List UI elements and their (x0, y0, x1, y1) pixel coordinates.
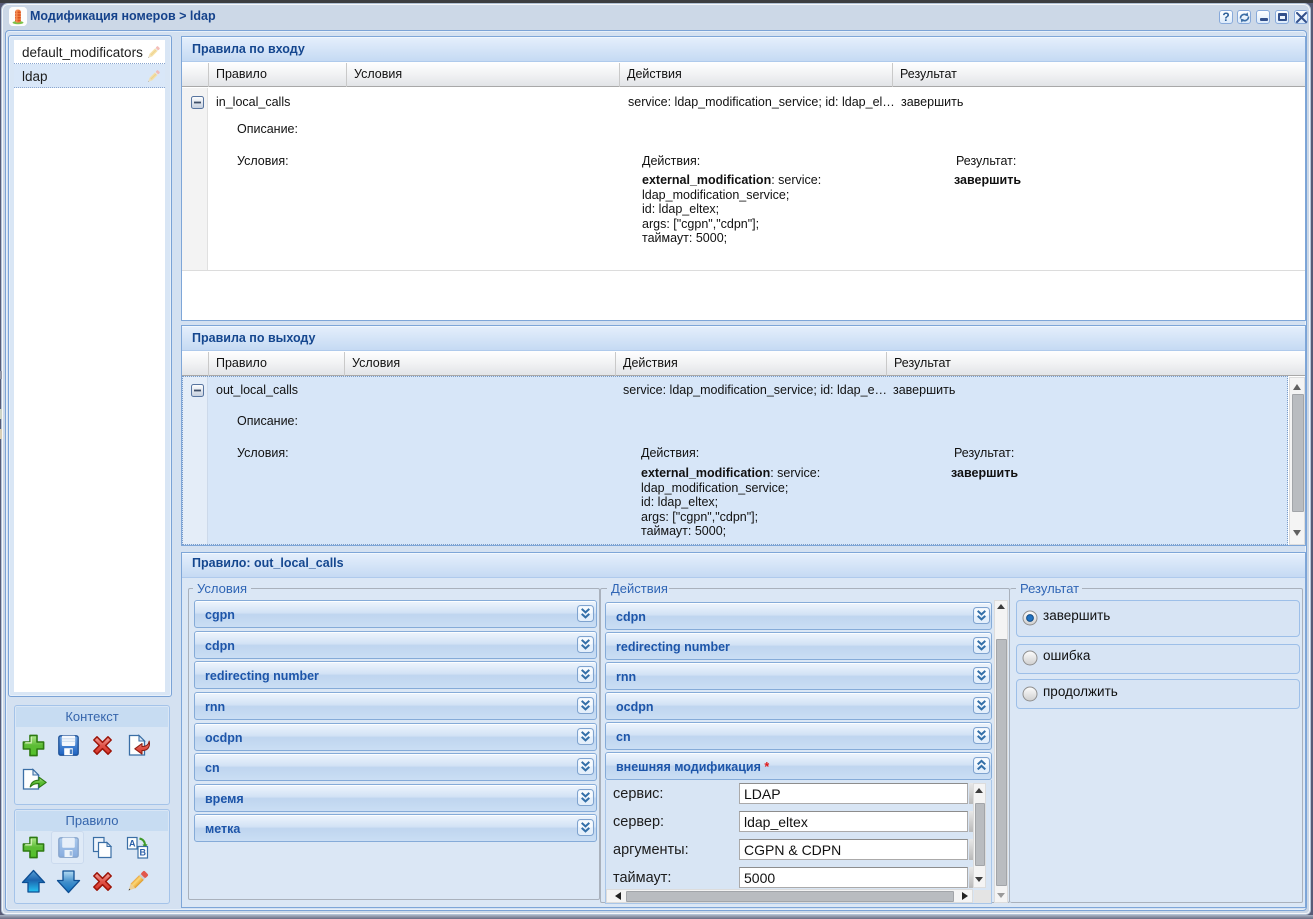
svg-text:B: B (139, 848, 146, 858)
svg-text:A: A (128, 839, 135, 849)
